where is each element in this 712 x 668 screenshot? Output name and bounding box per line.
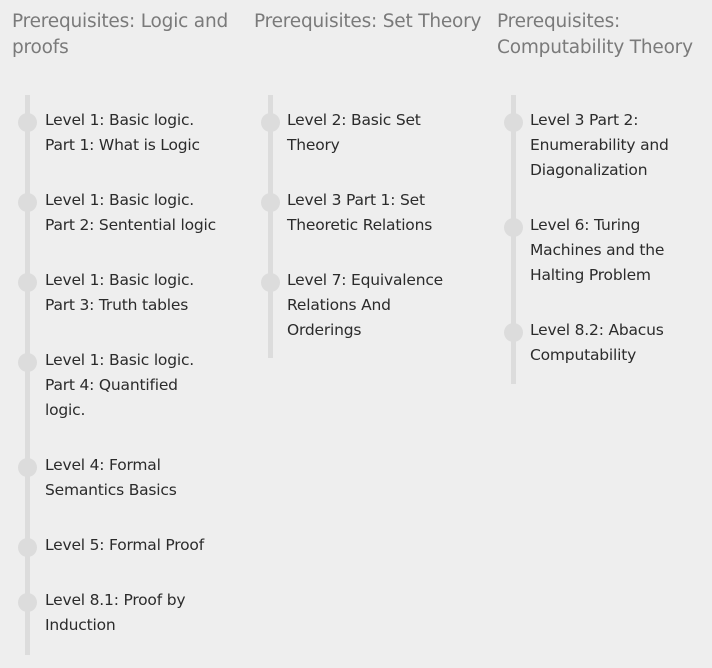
list-item[interactable]: Level 1: Basic logic. Part 1: What is Lo…	[12, 108, 242, 158]
list-item[interactable]: Level 6: Turing Machines and the Halting…	[497, 213, 712, 288]
lesson-link[interactable]: Level 2: Basic Set Theory	[287, 108, 447, 158]
column-set-theory: Prerequisites: Set Theory Level 2: Basic…	[254, 0, 484, 358]
timeline-dot-icon	[18, 353, 37, 372]
lesson-link[interactable]: Level 5: Formal Proof	[45, 533, 220, 558]
lesson-link[interactable]: Level 1: Basic logic. Part 3: Truth tabl…	[45, 268, 220, 318]
lesson-link[interactable]: Level 1: Basic logic. Part 2: Sentential…	[45, 188, 220, 238]
lesson-list: Level 3 Part 2: Enumerability and Diagon…	[497, 108, 712, 398]
column-computability-theory: Prerequisites: Computability Theory Leve…	[497, 0, 712, 384]
timeline-dot-icon	[504, 113, 523, 132]
timeline-dot-icon	[261, 273, 280, 292]
column-title: Prerequisites: Computability Theory	[497, 11, 693, 58]
list-item[interactable]: Level 8.2: Abacus Computability	[497, 318, 712, 368]
lesson-link[interactable]: Level 1: Basic logic. Part 1: What is Lo…	[45, 108, 220, 158]
lesson-link[interactable]: Level 6: Turing Machines and the Halting…	[530, 213, 680, 288]
list-item[interactable]: Level 5: Formal Proof	[12, 533, 242, 558]
lesson-link[interactable]: Level 8.2: Abacus Computability	[530, 318, 680, 368]
list-item[interactable]: Level 2: Basic Set Theory	[254, 108, 484, 158]
list-item[interactable]: Level 7: Equivalence Relations And Order…	[254, 268, 484, 343]
timeline-dot-icon	[504, 218, 523, 237]
lesson-link[interactable]: Level 3 Part 2: Enumerability and Diagon…	[530, 108, 680, 183]
lesson-list: Level 1: Basic logic. Part 1: What is Lo…	[12, 108, 242, 668]
list-item[interactable]: Level 1: Basic logic. Part 3: Truth tabl…	[12, 268, 242, 318]
timeline-dot-icon	[18, 458, 37, 477]
timeline-dot-icon	[261, 193, 280, 212]
column-title: Prerequisites: Logic and proofs	[12, 11, 229, 58]
column-title: Prerequisites: Set Theory	[254, 11, 482, 32]
column-logic-and-proofs: Prerequisites: Logic and proofs Level 1:…	[12, 0, 242, 655]
timeline-dot-icon	[261, 113, 280, 132]
timeline-dot-icon	[18, 113, 37, 132]
lesson-link[interactable]: Level 8.1: Proof by Induction	[45, 588, 220, 638]
timeline-dot-icon	[504, 323, 523, 342]
lesson-link[interactable]: Level 4: Formal Semantics Basics	[45, 453, 220, 503]
lesson-list: Level 2: Basic Set Theory Level 3 Part 1…	[254, 108, 484, 373]
lesson-link[interactable]: Level 3 Part 1: Set Theoretic Relations	[287, 188, 447, 238]
list-item[interactable]: Level 3 Part 2: Enumerability and Diagon…	[497, 108, 712, 183]
lesson-link[interactable]: Level 1: Basic logic. Part 4: Quantified…	[45, 348, 220, 423]
timeline-dot-icon	[18, 593, 37, 612]
list-item[interactable]: Level 3 Part 1: Set Theoretic Relations	[254, 188, 484, 238]
timeline-dot-icon	[18, 193, 37, 212]
list-item[interactable]: Level 1: Basic logic. Part 4: Quantified…	[12, 348, 242, 423]
timeline-dot-icon	[18, 273, 37, 292]
lesson-link[interactable]: Level 7: Equivalence Relations And Order…	[287, 268, 447, 343]
list-item[interactable]: Level 8.1: Proof by Induction	[12, 588, 242, 638]
timeline-dot-icon	[18, 538, 37, 557]
list-item[interactable]: Level 1: Basic logic. Part 2: Sentential…	[12, 188, 242, 238]
list-item[interactable]: Level 4: Formal Semantics Basics	[12, 453, 242, 503]
